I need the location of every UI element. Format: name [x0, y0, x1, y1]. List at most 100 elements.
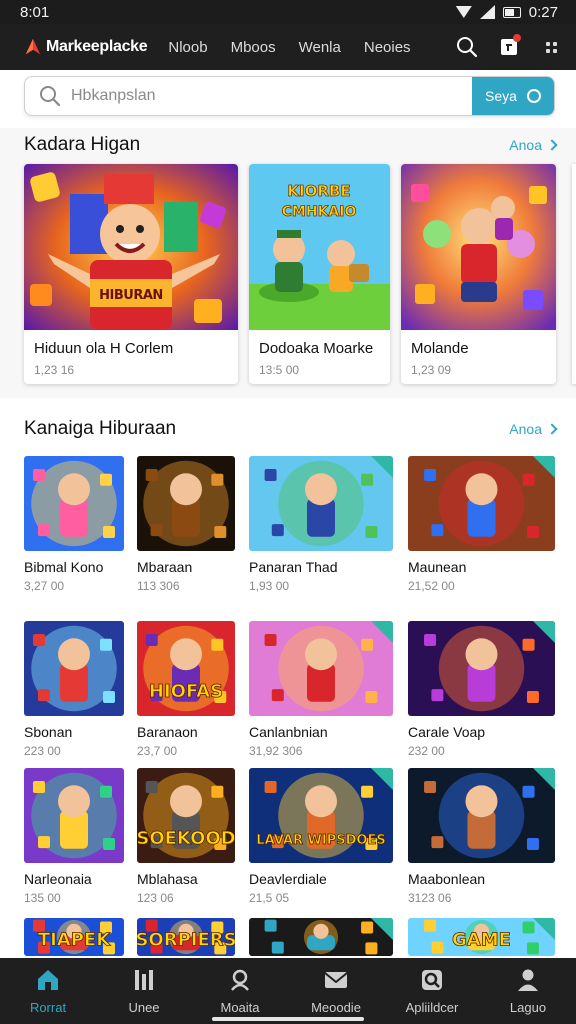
library-icon: [135, 970, 153, 990]
bottom-nav-discover[interactable]: Moaita: [192, 958, 288, 1024]
game-thumbnail: SORPIERS: [137, 918, 235, 956]
featured-card-name: Hiduun ola H Corlem: [34, 340, 174, 357]
game-meta: 23,7 00: [137, 744, 178, 758]
nav-item-3[interactable]: Wenla: [299, 39, 341, 56]
bottom-nav-apps[interactable]: Apliildcer: [384, 958, 480, 1024]
game-grid-item[interactable]: SOEKOOD Mblahasa 123 06: [137, 768, 235, 905]
game-grid-item[interactable]: Maunean 21,52 00: [408, 456, 555, 593]
game-meta: 232 00: [408, 744, 445, 758]
entertainment-header: Kanaiga Hiburaan Anoa: [24, 418, 558, 440]
game-art-image: [401, 164, 556, 330]
search-area: Seya: [0, 70, 576, 128]
game-art-image: [408, 621, 555, 716]
art-text-2: KIORBE: [287, 182, 350, 200]
featured-see-all[interactable]: Anoa: [509, 137, 558, 153]
game-meta: 21,52 00: [408, 579, 455, 593]
featured-card-name: Molande: [411, 340, 469, 357]
game-grid-item[interactable]: Sbonan 223 00: [24, 621, 124, 758]
game-name: Bibmal Kono: [24, 559, 104, 575]
bottom-nav-home[interactable]: Rorrat: [0, 958, 96, 1024]
bottom-nav-profile[interactable]: Laguo: [480, 958, 576, 1024]
game-grid-item[interactable]: Canlanbnian 31,92 306: [249, 621, 393, 758]
game-meta: 135 00: [24, 891, 61, 905]
game-grid-item[interactable]: [249, 918, 393, 956]
more-icon: [545, 41, 557, 53]
game-grid-item[interactable]: Panaran Thad 1,93 00: [249, 456, 393, 593]
more-button[interactable]: [538, 34, 564, 60]
search-button-top[interactable]: [454, 34, 480, 60]
game-art-image: [408, 768, 555, 863]
game-grid-item[interactable]: GAME: [408, 918, 555, 956]
game-grid-item[interactable]: Bibmal Kono 3,27 00: [24, 456, 124, 593]
home-icon: [38, 970, 58, 990]
chevron-right-icon: [546, 139, 558, 151]
app-bar: Markeeplacke Nloob Mboos Wenla Neoies: [0, 24, 576, 70]
game-grid-item[interactable]: LAVAR WIPSDOES Deavlerdiale 21,5 05: [249, 768, 393, 905]
game-grid-item[interactable]: SORPIERS: [137, 918, 235, 956]
discover-icon: [231, 969, 249, 991]
circle-icon: [526, 89, 541, 103]
game-thumbnail: TIAPEK: [24, 918, 124, 956]
game-meta: 21,5 05: [249, 891, 290, 905]
game-thumbnail: [408, 456, 555, 551]
notifications-button[interactable]: [496, 34, 522, 60]
game-art-image: LAVAR WIPSDOES: [249, 768, 393, 863]
game-meta: 113 306: [137, 579, 180, 593]
game-name: Carale Voap: [408, 724, 486, 740]
game-thumbnail: [137, 456, 235, 551]
game-thumbnail: [249, 918, 393, 956]
chevron-right-icon: [546, 423, 558, 435]
game-grid-item[interactable]: TIAPEK: [24, 918, 124, 956]
game-art-image: [24, 768, 124, 863]
featured-thumbnail: KIORBE CMHKAIO: [249, 164, 390, 330]
bottom-nav-label: Rorrat: [29, 1000, 67, 1015]
game-meta: 1,93 00: [249, 579, 290, 593]
featured-card[interactable]: Molande 1,23 09: [401, 164, 556, 384]
nav-item-1[interactable]: Nloob: [168, 39, 207, 56]
game-art-text: HIOFAS: [149, 681, 223, 702]
game-thumbnail: [24, 768, 124, 863]
featured-card[interactable]: HIBURAN Hiduun ola H Corlem 1,23 16: [24, 164, 238, 384]
game-name: Mbaraan: [137, 559, 193, 575]
featured-section: Kadara Higan Anoa HIBURAN Hiduun ola H C…: [0, 128, 576, 398]
search-input[interactable]: [71, 87, 451, 105]
featured-card-meta: 1,23 09: [411, 363, 452, 377]
game-art-text: SORPIERS: [137, 929, 235, 950]
game-art-image: [249, 621, 393, 716]
nav-item-4[interactable]: Neoies: [364, 39, 411, 56]
game-art-image: GAME: [408, 918, 555, 956]
featured-card[interactable]: KIORBE CMHKAIO Dodoaka Moarke 13:5 00: [249, 164, 390, 384]
game-name: Baranaon: [137, 724, 198, 740]
profile-icon: [518, 969, 538, 991]
game-thumbnail: [24, 621, 124, 716]
brand-name[interactable]: Markeeplacke: [46, 38, 148, 56]
game-grid-item[interactable]: Narleonaia 135 00: [24, 768, 124, 905]
entertainment-section: Kanaiga Hiburaan Anoa Bibmal Kono 3,27 00…: [0, 398, 576, 958]
featured-card-peek[interactable]: [572, 164, 576, 384]
game-name: Deavlerdiale: [249, 871, 327, 887]
game-art-text: GAME: [452, 929, 511, 950]
game-art-image: HIBURAN: [24, 164, 238, 330]
top-nav: Nloob Mboos Wenla Neoies: [168, 39, 410, 56]
search-icon: [457, 37, 478, 58]
game-art-text: TIAPEK: [38, 929, 111, 950]
game-art-image: [249, 456, 393, 551]
bottom-nav-library[interactable]: Unee: [96, 958, 192, 1024]
entertainment-see-all[interactable]: Anoa: [509, 421, 558, 437]
game-thumbnail: [408, 768, 555, 863]
featured-header: Kadara Higan Anoa: [24, 134, 558, 156]
game-meta: 3,27 00: [24, 579, 65, 593]
search-submit-button[interactable]: Seya: [472, 77, 554, 115]
game-grid-item[interactable]: HIOFAS Baranaon 23,7 00: [137, 621, 235, 758]
game-thumbnail: [24, 456, 124, 551]
game-name: Mblahasa: [137, 871, 198, 887]
bottom-nav-label: Unee: [128, 1000, 160, 1015]
game-grid-item[interactable]: Carale Voap 232 00: [408, 621, 555, 758]
bottom-nav-label: Moaita: [220, 1000, 260, 1015]
game-meta: 223 00: [24, 744, 61, 758]
bottom-nav-mail[interactable]: Meoodie: [288, 958, 384, 1024]
nav-item-2[interactable]: Mboos: [231, 39, 276, 56]
game-grid-item[interactable]: Mbaraan 113 306: [137, 456, 235, 593]
game-art-text: SOEKOOD: [137, 828, 235, 849]
game-grid-item[interactable]: Maabonlean 3123 06: [408, 768, 555, 905]
